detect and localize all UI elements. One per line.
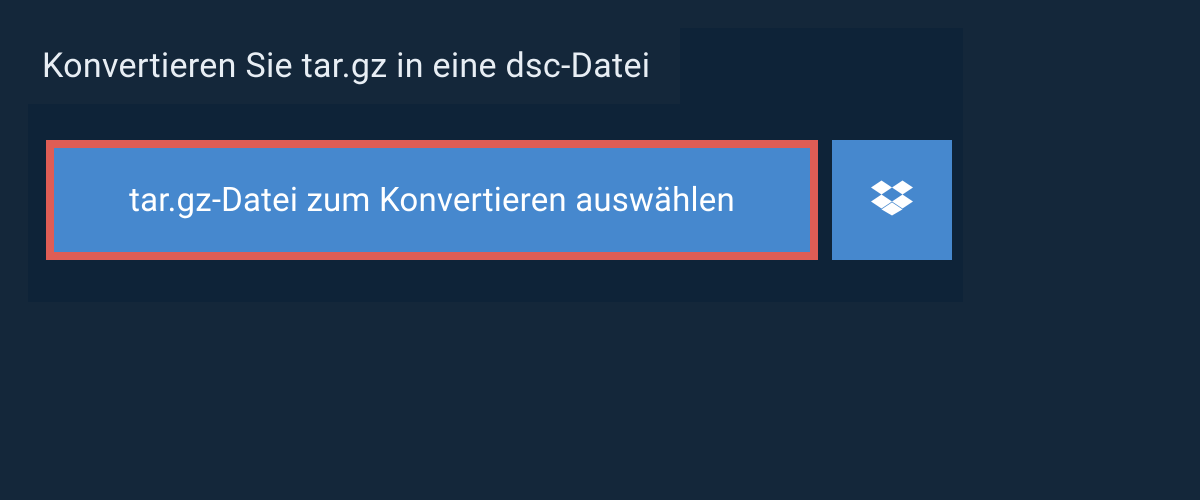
button-row: tar.gz-Datei zum Konvertieren auswählen bbox=[28, 104, 963, 260]
converter-panel: Konvertieren Sie tar.gz in eine dsc-Date… bbox=[28, 28, 963, 302]
title-bar: Konvertieren Sie tar.gz in eine dsc-Date… bbox=[28, 28, 680, 104]
select-file-label: tar.gz-Datei zum Konvertieren auswählen bbox=[129, 181, 735, 220]
dropbox-icon bbox=[871, 177, 913, 223]
dropbox-button[interactable] bbox=[832, 140, 952, 260]
page-title: Konvertieren Sie tar.gz in eine dsc-Date… bbox=[42, 46, 650, 86]
select-file-button[interactable]: tar.gz-Datei zum Konvertieren auswählen bbox=[46, 140, 818, 260]
